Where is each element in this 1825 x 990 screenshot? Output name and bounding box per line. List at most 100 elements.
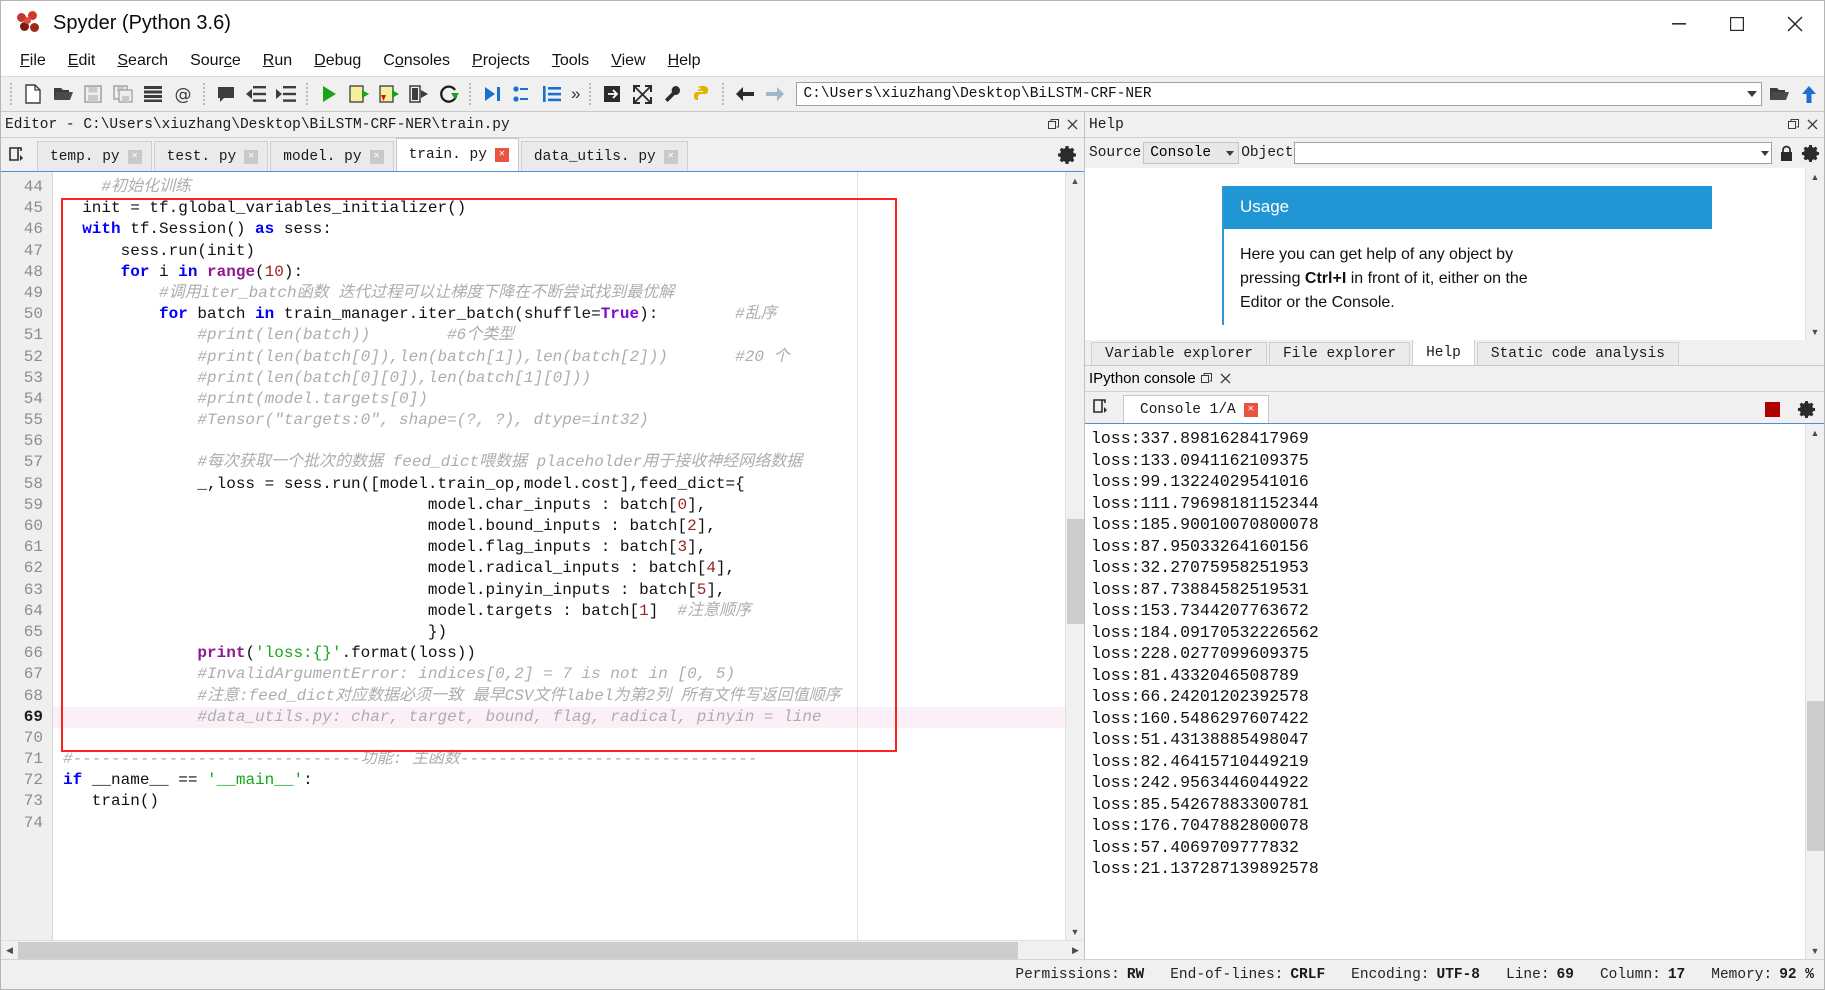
menu-debug[interactable]: Debug <box>303 49 372 73</box>
browse-tabs-icon[interactable] <box>1 139 37 171</box>
code-line[interactable]: #初始化训练 <box>53 177 1065 198</box>
code-editor[interactable]: #初始化训练 init = tf.global_variables_initia… <box>53 172 1065 940</box>
back-icon[interactable] <box>730 79 760 109</box>
toolbar-grip[interactable] <box>8 82 15 106</box>
code-line[interactable] <box>53 728 1065 749</box>
close-button[interactable] <box>1766 2 1824 46</box>
toolbar-grip-6[interactable] <box>720 82 727 106</box>
scroll-thumb[interactable] <box>1066 519 1084 624</box>
undock-icon[interactable] <box>1785 117 1801 133</box>
help-object-input[interactable] <box>1294 142 1772 164</box>
tab-variable-explorer[interactable]: Variable explorer <box>1091 342 1267 365</box>
toolbar-grip-3[interactable] <box>304 82 311 106</box>
close-icon[interactable] <box>1218 371 1234 387</box>
undock-icon[interactable] <box>1199 371 1215 387</box>
scroll-track[interactable] <box>1066 189 1084 923</box>
code-line[interactable]: for batch in train_manager.iter_batch(sh… <box>53 304 1065 325</box>
editor-tab-data-utils[interactable]: data_utils. py ✕ <box>520 141 688 171</box>
menu-projects[interactable]: Projects <box>461 49 541 73</box>
code-line[interactable]: #print(len(batch[0][0]),len(batch[1][0])… <box>53 368 1065 389</box>
minimize-button[interactable] <box>1650 2 1708 46</box>
scroll-down-arrow[interactable]: ▼ <box>1806 942 1824 959</box>
code-line[interactable]: #Tensor("targets:0", shape=(?, ?), dtype… <box>53 410 1065 431</box>
editor-tab-temp[interactable]: temp. py ✕ <box>37 141 152 171</box>
preferences-icon[interactable] <box>657 79 687 109</box>
python-path-icon[interactable] <box>687 79 717 109</box>
code-line[interactable]: model.flag_inputs : batch[3], <box>53 537 1065 558</box>
tab-help[interactable]: Help <box>1412 339 1475 365</box>
gear-icon[interactable] <box>1796 398 1816 420</box>
code-line[interactable]: model.radical_inputs : batch[4], <box>53 558 1065 579</box>
scroll-down-arrow[interactable]: ▼ <box>1066 923 1084 940</box>
up-arrow-icon[interactable] <box>1794 79 1824 109</box>
stop-button[interactable] <box>1765 401 1780 417</box>
toolbar-grip-2[interactable] <box>201 82 208 106</box>
console-vertical-scrollbar[interactable]: ▲ ▼ <box>1805 424 1824 959</box>
editor-tab-train[interactable]: train. py ✕ <box>395 138 519 171</box>
scroll-up-arrow[interactable]: ▲ <box>1066 172 1084 189</box>
console-output[interactable]: loss:337.8981628417969 loss:133.09411621… <box>1085 424 1805 959</box>
menu-help[interactable]: Help <box>657 49 712 73</box>
code-line[interactable]: }) <box>53 622 1065 643</box>
menu-edit[interactable]: Edit <box>57 49 107 73</box>
open-file-icon[interactable] <box>48 79 78 109</box>
menu-view[interactable]: View <box>600 49 656 73</box>
editor-tab-test[interactable]: test. py ✕ <box>153 141 269 171</box>
unindent-icon[interactable] <box>241 79 271 109</box>
comment-icon[interactable] <box>211 79 241 109</box>
indent-icon[interactable] <box>271 79 301 109</box>
code-line[interactable]: model.pinyin_inputs : batch[5], <box>53 580 1065 601</box>
debug-icon[interactable] <box>477 79 507 109</box>
menu-source[interactable]: Source <box>179 49 252 73</box>
run-selection-icon[interactable] <box>404 79 434 109</box>
scroll-up-arrow[interactable]: ▲ <box>1806 424 1824 441</box>
debug-step-icon[interactable] <box>507 79 537 109</box>
undock-icon[interactable] <box>1045 117 1061 133</box>
at-icon[interactable]: @ <box>168 79 198 109</box>
menu-tools[interactable]: Tools <box>541 49 600 73</box>
code-line[interactable]: if __name__ == '__main__': <box>53 770 1065 791</box>
menu-search[interactable]: Search <box>106 49 179 73</box>
editor-horizontal-scrollbar[interactable]: ◀ ▶ <box>1 940 1084 959</box>
scroll-track-h[interactable] <box>18 941 1067 959</box>
toolbar-more-icon[interactable]: » <box>567 84 584 104</box>
close-icon[interactable] <box>1064 117 1080 133</box>
code-line[interactable] <box>53 813 1065 834</box>
close-icon[interactable]: ✕ <box>1243 402 1258 417</box>
code-line[interactable]: _,loss = sess.run([model.train_op,model.… <box>53 474 1065 495</box>
re-run-icon[interactable] <box>434 79 464 109</box>
help-vertical-scrollbar[interactable]: ▲ ▼ <box>1805 168 1824 340</box>
code-line[interactable]: model.bound_inputs : batch[2], <box>53 516 1065 537</box>
code-line[interactable]: with tf.Session() as sess: <box>53 219 1065 240</box>
close-icon[interactable]: ✕ <box>663 149 678 164</box>
menu-run[interactable]: Run <box>252 49 303 73</box>
scroll-right-arrow[interactable]: ▶ <box>1067 942 1084 959</box>
maximize-button[interactable] <box>1708 2 1766 46</box>
close-icon[interactable]: ✕ <box>127 149 142 164</box>
editor-vertical-scrollbar[interactable]: ▲ ▼ <box>1065 172 1084 940</box>
run-cell-advance-icon[interactable] <box>374 79 404 109</box>
editor-tab-model[interactable]: model. py ✕ <box>270 141 394 171</box>
toolbar-grip-4[interactable] <box>467 82 474 106</box>
tab-static-code-analysis[interactable]: Static code analysis <box>1476 342 1679 365</box>
console-tab-1a[interactable]: Console 1/A ✕ <box>1123 395 1269 423</box>
code-line[interactable]: #print(len(batch)) #6个类型 <box>53 325 1065 346</box>
code-line[interactable] <box>53 431 1065 452</box>
gear-icon[interactable] <box>1057 145 1077 165</box>
code-line[interactable]: #注意:feed_dict对应数据必须一致 最早CSV文件label为第2列 所… <box>53 686 1065 707</box>
menu-consoles[interactable]: Consoles <box>372 49 461 73</box>
run-cell-icon[interactable] <box>344 79 374 109</box>
close-icon[interactable] <box>1804 117 1820 133</box>
run-icon[interactable] <box>314 79 344 109</box>
code-line[interactable]: for i in range(10): <box>53 262 1065 283</box>
scroll-thumb[interactable] <box>1806 701 1824 851</box>
close-icon[interactable]: ✕ <box>494 148 509 162</box>
code-line[interactable]: #print(len(batch[0]),len(batch[1]),len(b… <box>53 347 1065 368</box>
working-directory-input[interactable]: C:\Users\xiuzhang\Desktop\BiLSTM-CRF-NER <box>796 82 1762 106</box>
code-line[interactable]: print('loss:{}'.format(loss)) <box>53 643 1065 664</box>
browse-tabs-icon[interactable] <box>1085 391 1121 423</box>
scroll-up-arrow[interactable]: ▲ <box>1806 168 1824 185</box>
scroll-track[interactable] <box>1806 441 1824 942</box>
code-line[interactable]: #data_utils.py: char, target, bound, fla… <box>53 706 1065 728</box>
close-icon[interactable]: ✕ <box>244 149 259 164</box>
